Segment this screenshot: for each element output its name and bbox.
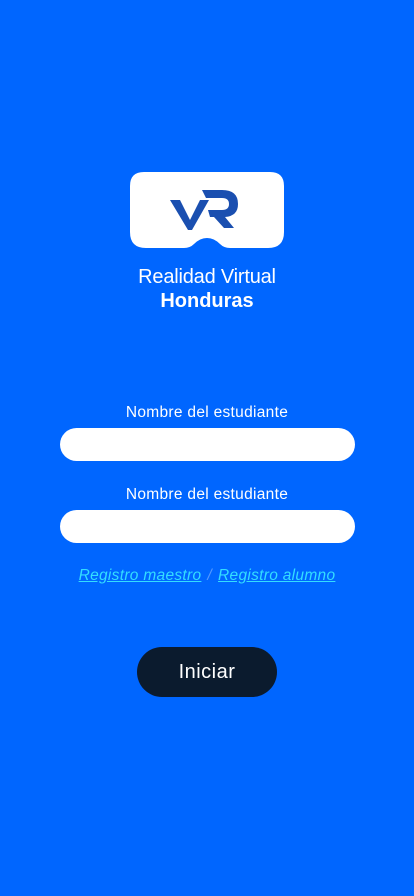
brand-subtitle: Honduras: [160, 290, 254, 312]
start-button[interactable]: Iniciar: [137, 647, 277, 697]
teacher-register-link[interactable]: Registro maestro: [79, 567, 202, 584]
vr-headset-logo-icon: [130, 172, 284, 250]
brand-title: Realidad Virtual: [138, 266, 276, 288]
student-name-input[interactable]: [60, 428, 355, 461]
student-name-label-2: Nombre del estudiante: [125, 486, 289, 503]
link-separator: /: [207, 567, 213, 584]
register-links: Registro maestro / Registro alumno: [0, 567, 414, 585]
student-register-link[interactable]: Registro alumno: [218, 567, 335, 584]
app-logo: Realidad Virtual Honduras: [0, 172, 414, 313]
student-name-label: Nombre del estudiante: [125, 404, 289, 421]
student-name-input-2[interactable]: [60, 510, 355, 543]
